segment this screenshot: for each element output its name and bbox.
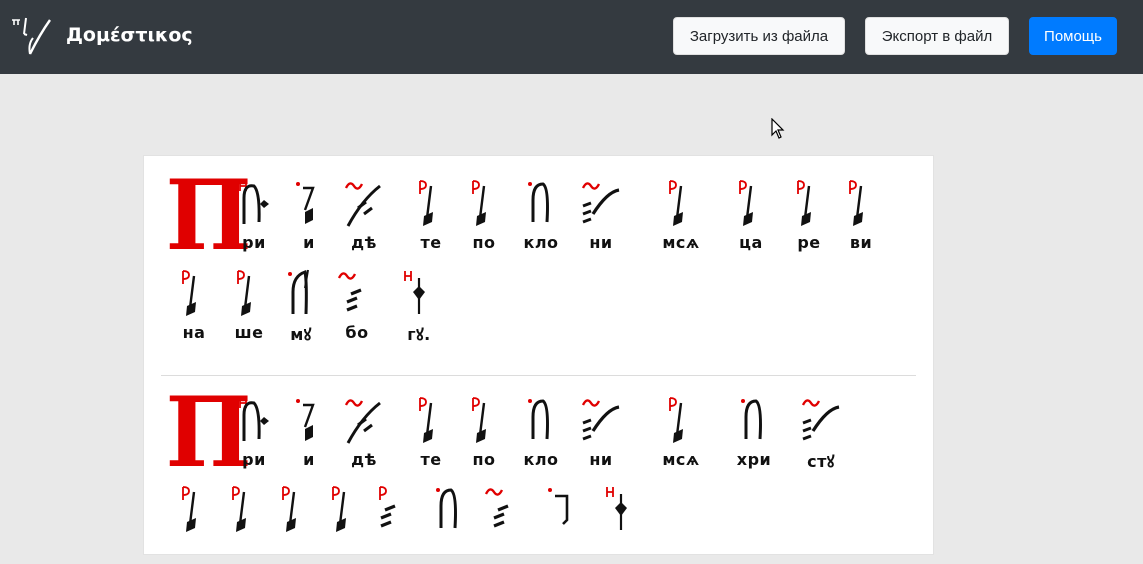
neume-syllable[interactable]: дѣ [339, 178, 389, 258]
neume-syllable[interactable]: мꙋ [276, 268, 326, 348]
neume-syllable[interactable] [424, 484, 474, 564]
neume-syllable[interactable]: ви [836, 178, 886, 258]
neume-syllable[interactable] [319, 484, 369, 564]
syllable-text: мсѧ [662, 233, 700, 252]
navbar: Доμέστικος Загрузить из файла Экспорт в … [0, 0, 1143, 74]
neume-syllable[interactable] [169, 484, 219, 564]
neume-diamond-icon [606, 487, 627, 530]
neume-syllable[interactable]: кло [516, 178, 566, 258]
neume-arch-icon [528, 399, 549, 440]
neume-palka-slash-icon [344, 182, 381, 227]
neume-syllable[interactable]: стꙋ [796, 395, 846, 475]
neume-arch-icon [436, 488, 457, 529]
neume-syllable[interactable]: ца [726, 178, 776, 258]
neume-diamond-icon [404, 271, 425, 314]
neume-stopitsa-icon [419, 397, 433, 443]
neume-syllable[interactable]: ни [576, 178, 626, 258]
neume-syllable[interactable] [366, 484, 416, 564]
neume-syllable[interactable]: мсѧ [656, 178, 706, 258]
neume-zapyataya-hook-icon [239, 181, 269, 224]
neume-stopitsa-icon [472, 180, 486, 226]
neume-arch-slash-icon [288, 269, 309, 315]
syllable-text: дѣ [351, 233, 377, 252]
neume-syllable[interactable]: бо [332, 268, 382, 348]
neume-zapyataya-hook-icon [239, 398, 269, 441]
neume-hook-icon [548, 488, 569, 525]
neume-stopitsa-icon [419, 180, 433, 226]
neume-syllable[interactable]: мсѧ [656, 395, 706, 475]
syllable-text: бо [345, 323, 369, 342]
syllable-text: ви [849, 233, 873, 252]
neume-stopitsa-icon [182, 270, 196, 316]
neume-syllable[interactable]: по [459, 178, 509, 258]
neume-palka-slash-icon [344, 399, 381, 444]
neume-syllable[interactable] [219, 484, 269, 564]
neume-strela-icon [801, 399, 840, 441]
score-page: П П ри и дѣ те по кло ни мсѧ ца ре ви на ше мꙋ бо гꙋ. ри… [143, 155, 934, 555]
neume-stopitsa-icon [669, 397, 683, 443]
neume-syllable[interactable]: дѣ [339, 395, 389, 475]
drop-cap-initial: П [165, 159, 252, 272]
drop-cap-initial: П [165, 376, 252, 489]
neume-syllable[interactable]: гꙋ. [394, 268, 444, 348]
neume-stopitsa-icon [182, 486, 196, 532]
neume-syllable[interactable]: на [169, 268, 219, 348]
syllable-text: стꙋ [807, 452, 835, 471]
app-title: Доμέστικος [66, 24, 193, 46]
help-button[interactable]: Помощь [1029, 17, 1117, 55]
syllable-text: мсѧ [662, 450, 700, 469]
neume-syllable[interactable] [536, 484, 586, 564]
neume-stopitsa-icon [797, 180, 811, 226]
neume-syllable[interactable]: кло [516, 395, 566, 475]
neume-stopitsa-icon [849, 180, 863, 226]
neume-syllable[interactable]: и [284, 395, 334, 475]
neume-syllable[interactable]: хри [729, 395, 779, 475]
neume-stopitsa-icon [282, 486, 296, 532]
neume-stopitsa-icon [669, 180, 683, 226]
neume-syllable[interactable] [269, 484, 319, 564]
neume-syllable[interactable]: по [459, 395, 509, 475]
neume-dashes-icon [379, 486, 396, 528]
neume-syllable[interactable]: ри [229, 395, 279, 475]
neume-strela-icon [581, 182, 620, 224]
mouse-cursor-icon [771, 118, 785, 139]
syllable-text: гꙋ. [407, 325, 431, 344]
hymn-divider [161, 375, 916, 376]
neume-stopitsa-icon [232, 486, 246, 532]
syllable-text: ни [589, 233, 613, 252]
syllable-text: ни [589, 450, 613, 469]
neume-stopitsa-icon [332, 486, 346, 532]
export-to-file-button[interactable]: Экспорт в файл [865, 17, 1009, 55]
load-from-file-button[interactable]: Загрузить из файла [673, 17, 845, 55]
neume-syllable[interactable] [479, 484, 529, 564]
syllable-text: хри [736, 450, 772, 469]
neume-syllable[interactable]: ни [576, 395, 626, 475]
brand[interactable]: Доμέστικος [10, 14, 193, 56]
neume-syllable[interactable]: ри [229, 178, 279, 258]
neume-dashes-icon [337, 272, 362, 312]
neume-syllable[interactable]: и [284, 178, 334, 258]
neume-arch-icon [741, 399, 762, 440]
neume-syllable[interactable] [596, 484, 646, 564]
neume-dashes-icon [484, 488, 509, 528]
neume-stopitsa-icon [237, 270, 251, 316]
app-logo-icon [12, 17, 51, 55]
neume-chashka-icon [296, 182, 315, 224]
neume-strela-icon [581, 399, 620, 441]
neume-stopitsa-icon [472, 397, 486, 443]
neume-arch-icon [528, 182, 549, 223]
syllable-text: дѣ [351, 450, 377, 469]
neume-stopitsa-icon [739, 180, 753, 226]
neume-chashka-icon [296, 399, 315, 441]
